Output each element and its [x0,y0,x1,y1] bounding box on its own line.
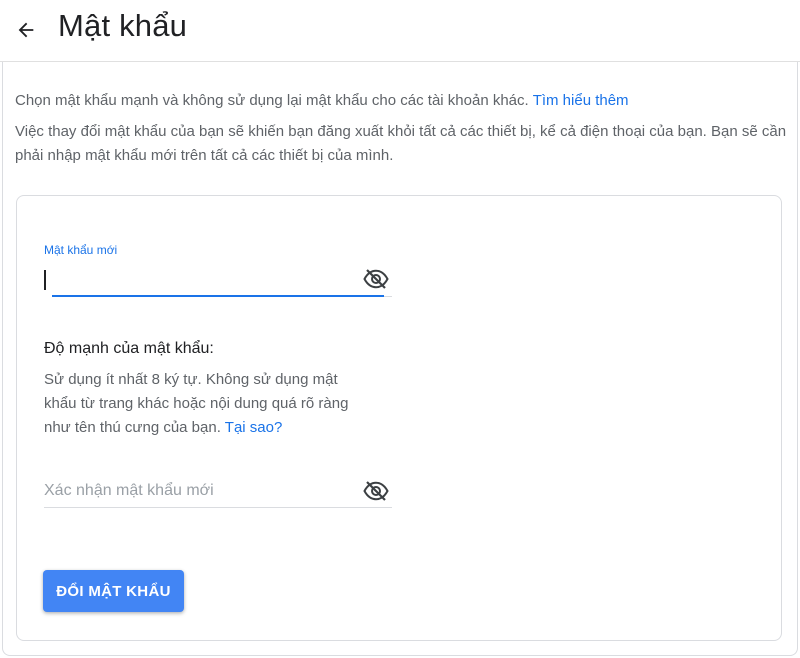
why-link[interactable]: Tại sao? [225,419,283,436]
logout-notice: Việc thay đổi mật khẩu của bạn sẽ khiến … [15,123,787,164]
intro-description: Chọn mật khẩu mạnh và không sử dụng lại … [15,92,529,109]
strength-hint-text: Sử dụng ít nhất 8 ký tự. Không sử dụng m… [44,371,349,436]
change-password-button[interactable]: ĐỔI MẬT KHẨU [43,570,184,612]
eye-off-icon [363,481,389,501]
password-strength-title: Độ mạnh của mật khẩu: [44,340,214,357]
confirm-password-underline [44,507,392,508]
confirm-password-placeholder: Xác nhận mật khẩu mới [44,482,214,499]
page-header: Mật khẩu [0,0,800,62]
intro-text: Chọn mật khẩu mạnh và không sử dụng lại … [15,91,629,111]
text-cursor [44,270,46,290]
page-title: Mật khẩu [58,8,188,43]
learn-more-link[interactable]: Tìm hiểu thêm [533,92,629,109]
new-password-field[interactable] [44,262,392,298]
arrow-back-icon [18,22,34,38]
back-button[interactable] [10,14,42,46]
password-strength-hint: Sử dụng ít nhất 8 ký tự. Không sử dụng m… [44,368,374,440]
toggle-new-password-visibility[interactable] [362,268,390,290]
new-password-label: Mật khẩu mới [44,243,118,257]
toggle-confirm-password-visibility[interactable] [362,480,390,502]
confirm-password-field[interactable]: Xác nhận mật khẩu mới [44,476,392,510]
new-password-underline-end [384,296,392,297]
new-password-underline [52,295,384,297]
eye-off-icon [363,269,389,289]
